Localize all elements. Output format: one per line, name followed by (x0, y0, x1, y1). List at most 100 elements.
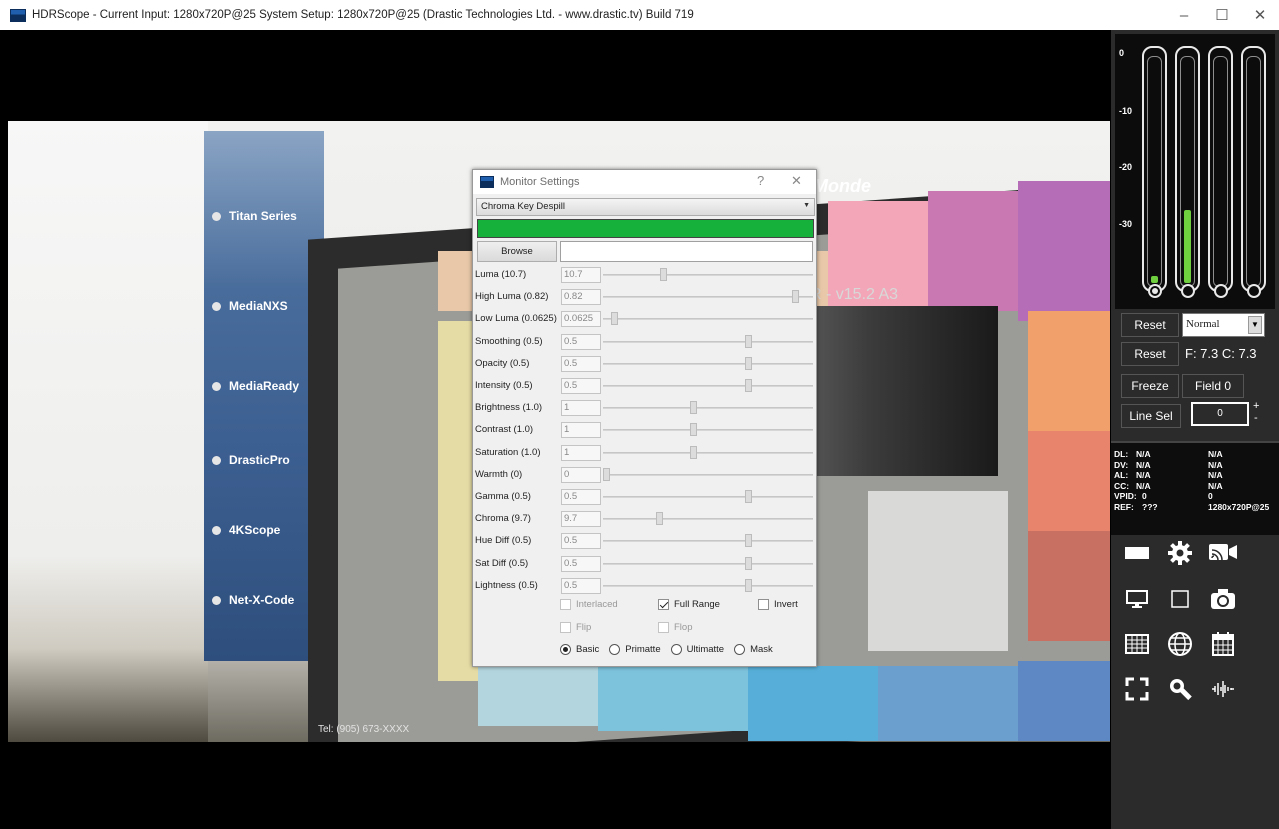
slider-thumb[interactable] (659, 268, 667, 281)
slider-track[interactable] (603, 429, 813, 432)
meter-track (1213, 56, 1228, 287)
slider-track[interactable] (603, 318, 813, 321)
slider-thumb[interactable] (791, 290, 799, 304)
dialog-app-icon (480, 176, 494, 188)
slider-track[interactable] (603, 473, 813, 476)
reset-button[interactable]: Reset (1121, 313, 1179, 337)
help-button[interactable]: ? (757, 173, 764, 188)
slider-value-field[interactable]: 0 (561, 466, 601, 483)
slider-thumb[interactable] (745, 534, 753, 548)
field-button[interactable]: Field 0 (1182, 374, 1244, 398)
slider-value-field[interactable]: 0.5 (561, 378, 601, 394)
radio-button[interactable] (734, 644, 746, 655)
radio-label: Mask (750, 644, 773, 655)
slider-value-field[interactable]: 0.0625 (561, 311, 601, 328)
video-view[interactable]: Titan Series MediaNXS MediaReady DrasticPro… (0, 30, 1111, 829)
waveform-icon[interactable] (1207, 674, 1239, 704)
slider-track[interactable] (603, 451, 813, 454)
line-decrement-button[interactable]: - (1254, 412, 1258, 424)
slider-thumb[interactable] (745, 490, 753, 503)
slider-value-field[interactable]: 0.82 (561, 289, 601, 306)
slider-value-field[interactable]: 0.5 (561, 355, 601, 372)
slider-thumb[interactable] (745, 556, 753, 570)
key-color-swatch[interactable] (477, 219, 814, 238)
slider-value-field[interactable]: 0.5 (561, 533, 601, 550)
channel-select-radio[interactable] (1181, 284, 1195, 298)
globe-icon[interactable] (1164, 629, 1196, 659)
checkbox-box[interactable] (758, 599, 769, 610)
meter-channel (1142, 46, 1167, 292)
reset-fc-button[interactable]: Reset (1121, 342, 1179, 366)
slider-thumb[interactable] (655, 512, 663, 526)
color-swatch (1028, 311, 1110, 431)
line-number-input[interactable]: 0 (1191, 402, 1249, 426)
slider-value-field[interactable]: 0.5 (561, 577, 601, 594)
maximize-button[interactable]: ☐ (1203, 0, 1241, 30)
slider-value-field[interactable]: 1 (561, 444, 601, 461)
freeze-button[interactable]: Freeze (1121, 374, 1179, 398)
slider-value-field[interactable]: 9.7 (561, 511, 601, 528)
minimize-button[interactable]: – (1165, 0, 1203, 30)
slider-thumb[interactable] (690, 445, 698, 459)
browse-button[interactable]: Browse (477, 241, 557, 262)
slider-thumb[interactable] (745, 379, 753, 392)
calendar-icon[interactable] (1207, 629, 1239, 659)
checkbox-invert[interactable]: Invert (758, 599, 798, 610)
line-increment-button[interactable]: + (1253, 400, 1259, 412)
slider-row: Lightness (0.5) 0.5 (475, 577, 815, 595)
square-icon[interactable] (1164, 584, 1196, 614)
slider-thumb[interactable] (611, 312, 619, 326)
radio-primatte[interactable]: Primatte (609, 644, 661, 655)
gear-icon[interactable] (1164, 538, 1196, 568)
line-sel-button[interactable]: Line Sel (1121, 404, 1181, 428)
slider-track[interactable] (603, 540, 813, 543)
slider-value-field[interactable]: 1 (561, 400, 601, 417)
display-rect-icon[interactable] (1121, 538, 1153, 568)
slider-track[interactable] (603, 385, 813, 387)
channel-select-radio[interactable] (1247, 284, 1261, 298)
path-field[interactable] (560, 241, 813, 262)
grid-icon[interactable] (1121, 629, 1153, 659)
slider-value-field[interactable]: 0.5 (561, 333, 601, 350)
dialog-close-button[interactable]: ✕ (791, 173, 802, 189)
camera-icon[interactable] (1207, 584, 1239, 614)
fullscreen-icon[interactable] (1121, 674, 1153, 704)
slider-track[interactable] (603, 407, 813, 410)
checkbox-full-range[interactable]: Full Range (658, 599, 744, 610)
radio-button[interactable] (560, 644, 571, 655)
radio-button[interactable] (670, 644, 682, 655)
radio-ultimatte[interactable]: Ultimatte (670, 644, 724, 655)
slider-thumb[interactable] (690, 423, 698, 437)
checkbox-box[interactable] (658, 599, 669, 610)
dialog-title-bar[interactable]: Monitor Settings ? ✕ (473, 170, 816, 194)
slider-value-field[interactable]: 10.7 (561, 267, 601, 283)
slider-track[interactable] (603, 274, 813, 276)
channel-select-radio[interactable] (1148, 284, 1162, 298)
mode-dropdown[interactable]: Chroma Key Despill ▼ (476, 198, 815, 216)
channel-select-radio[interactable] (1214, 284, 1228, 298)
display-mode-select[interactable]: Normal ▼ (1182, 313, 1265, 337)
slider-value-field[interactable]: 1 (561, 422, 601, 439)
slider-value-field[interactable]: 0.5 (561, 555, 601, 572)
slider-track[interactable] (603, 562, 813, 565)
radio-mask[interactable]: Mask (734, 644, 773, 655)
slider-track[interactable] (603, 518, 813, 521)
slider-track[interactable] (603, 362, 813, 365)
radio-button[interactable] (609, 644, 621, 655)
monitor-icon[interactable] (1121, 584, 1153, 614)
slider-track[interactable] (603, 496, 813, 498)
slider-thumb[interactable] (745, 578, 753, 592)
close-button[interactable]: ✕ (1241, 0, 1279, 30)
cast-icon[interactable] (1207, 538, 1239, 568)
search-icon[interactable] (1164, 674, 1196, 704)
slider-thumb[interactable] (745, 334, 753, 348)
slider-track[interactable] (603, 296, 813, 299)
slider-value-field[interactable]: 0.5 (561, 489, 601, 505)
slider-thumb[interactable] (603, 467, 610, 481)
slider-track[interactable] (603, 340, 813, 343)
slider-track[interactable] (603, 584, 813, 587)
radio-basic[interactable]: Basic (560, 644, 599, 655)
slider-thumb[interactable] (690, 401, 698, 415)
banner-bullet-icon (212, 302, 221, 312)
slider-thumb[interactable] (745, 356, 753, 370)
